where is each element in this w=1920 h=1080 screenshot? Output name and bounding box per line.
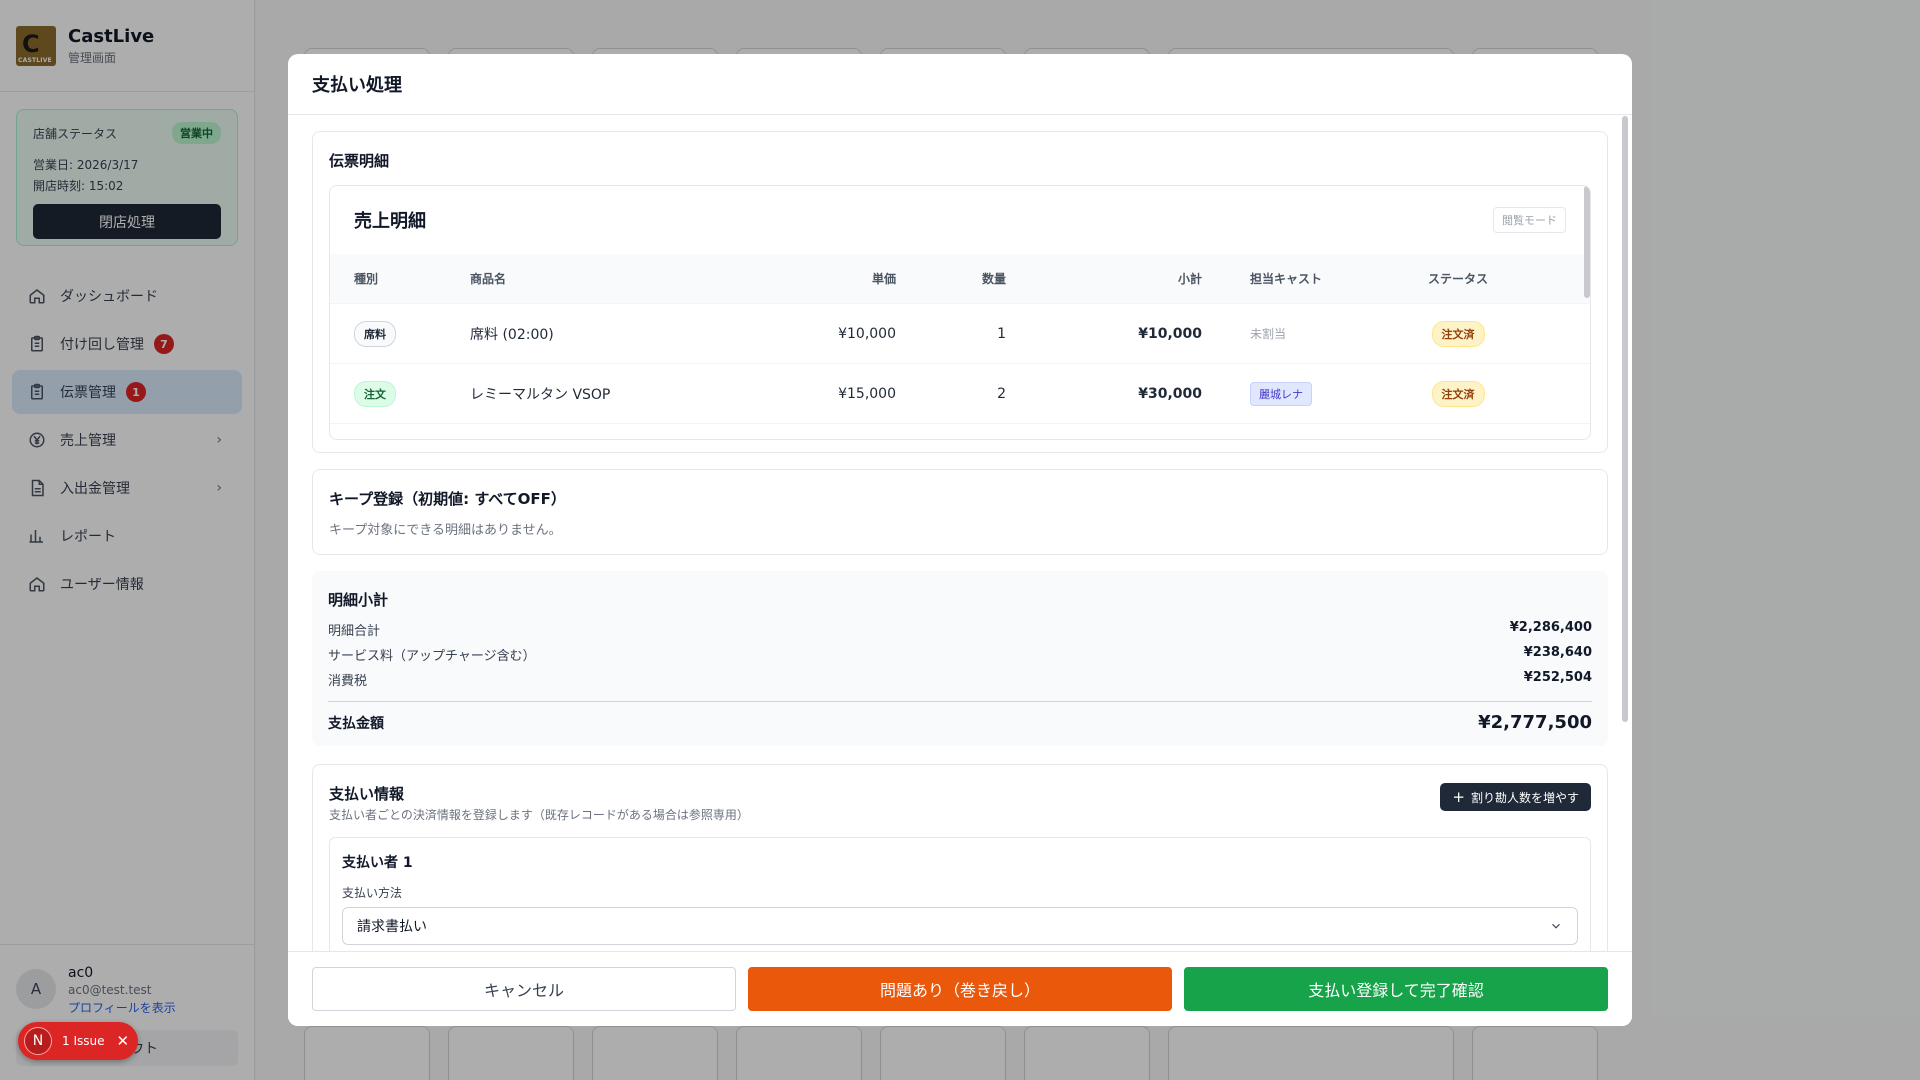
subtotal-row: 明細合計 ¥2,286,400 [328,620,1592,639]
total-row: 支払金額 ¥2,777,500 [328,712,1592,733]
subtotal-row: 消費税 ¥252,504 [328,670,1592,689]
status-badge: 注文済 [1431,320,1485,347]
close-icon[interactable]: ✕ [116,1032,129,1050]
section-title: 明細小計 [328,591,389,609]
payment-method-select[interactable]: 請求書払い [342,907,1578,945]
row-subtotal: ¥10,000 [1138,325,1202,342]
subtotal-label: 消費税 [328,674,368,689]
modal-footer: キャンセル 問題あり（巻き戻し） 支払い登録して完了確認 [288,951,1632,1026]
view-mode-badge: 閲覧モード [1493,207,1566,233]
cast-name: 未割当 [1250,327,1287,341]
modal-scrollbar[interactable] [1622,116,1628,722]
section-title: 支払い情報 [329,785,405,803]
sales-details-title: 売上明細 [354,211,426,232]
add-split-label: 割り勘人数を増やす [1470,790,1579,805]
payment-method-value: 請求書払い [357,919,427,935]
add-split-payer-button[interactable]: + 割り勘人数を増やす [1440,783,1591,811]
slip-details-section: 伝票明細 売上明細 閲覧モード 種別 商品名 単価 数量 小計 担当キャスト ス… [312,131,1608,453]
keep-message: キープ対象にできる明細はありません。 [329,523,562,538]
issue-count: 1 Issue [62,1034,105,1048]
cast-badge: 麗城レナ [1250,381,1312,406]
column-header: 単価 [871,272,896,286]
keep-section: キープ登録（初期値: すべてOFF） キープ対象にできる明細はありません。 [312,469,1608,555]
table-row: 注文 レミーマルタン VSOP ¥15,000 2 ¥30,000 麗城レナ 注… [330,364,1590,424]
rollback-button[interactable]: 問題あり（巻き戻し） [748,967,1172,1011]
payer-title: 支払い者 1 [342,855,413,871]
subtotal-label: 明細合計 [328,624,381,639]
total-value: ¥2,777,500 [1478,712,1592,733]
confirm-payment-button[interactable]: 支払い登録して完了確認 [1184,967,1608,1011]
product-name: 席料 (02:00) [470,326,554,343]
payer-card: 支払い者 1 支払い方法 請求書払い [329,837,1591,951]
column-header: 担当キャスト [1250,272,1323,286]
issue-indicator[interactable]: N 1 Issue ✕ [18,1022,138,1060]
column-header: 小計 [1177,272,1202,286]
type-badge: 注文 [354,380,396,407]
subtotal-row: サービス料（アップチャージ含む） ¥238,640 [328,645,1592,664]
subtotal-value: ¥238,640 [1523,645,1592,660]
quantity: 1 [997,325,1006,342]
section-title: キープ登録（初期値: すべてOFF） [329,490,566,508]
quantity: 2 [997,385,1006,402]
subtotal-value: ¥2,286,400 [1509,620,1592,635]
issue-letter: N [24,1027,52,1055]
product-name: レミーマルタン VSOP [470,386,611,403]
modal-body: 伝票明細 売上明細 閲覧モード 種別 商品名 単価 数量 小計 担当キャスト ス… [288,115,1632,951]
payment-method-label: 支払い方法 [342,886,403,900]
section-title: 伝票明細 [329,152,390,170]
type-badge: 席料 [354,320,396,347]
unit-price: ¥10,000 [838,325,896,342]
column-header: 商品名 [470,272,507,286]
divider [328,701,1592,702]
modal-title: 支払い処理 [288,54,1632,115]
sales-details-box: 売上明細 閲覧モード 種別 商品名 単価 数量 小計 担当キャスト ステータス … [329,185,1591,440]
payment-info-section: 支払い情報 支払い者ごとの決済情報を登録します（既存レコードがある場合は参照専用… [312,764,1608,951]
row-subtotal: ¥30,000 [1138,385,1202,402]
subtotal-section: 明細小計 明細合計 ¥2,286,400 サービス料（アップチャージ含む） ¥2… [312,571,1608,746]
chevron-down-icon [1552,923,1560,929]
status-badge: 注文済 [1431,380,1485,407]
column-header: 数量 [981,272,1006,286]
cancel-button[interactable]: キャンセル [312,967,736,1011]
payment-description: 支払い者ごとの決済情報を登録します（既存レコードがある場合は参照専用） [329,808,749,822]
column-header: 種別 [354,272,379,286]
table-header: 種別 商品名 単価 数量 小計 担当キャスト ステータス [330,254,1590,304]
subtotal-label: サービス料（アップチャージ含む） [328,649,536,664]
subtotal-value: ¥252,504 [1523,670,1592,685]
total-label: 支払金額 [328,715,384,732]
column-header: ステータス [1427,272,1488,286]
payment-modal: 支払い処理 伝票明細 売上明細 閲覧モード 種別 商品名 単価 数量 小計 担当… [288,54,1632,1026]
scrollbar[interactable] [1584,186,1590,298]
unit-price: ¥15,000 [838,385,896,402]
table-row: 席料 席料 (02:00) ¥10,000 1 ¥10,000 未割当 注文済 [330,304,1590,364]
plus-icon: + [1452,788,1465,806]
